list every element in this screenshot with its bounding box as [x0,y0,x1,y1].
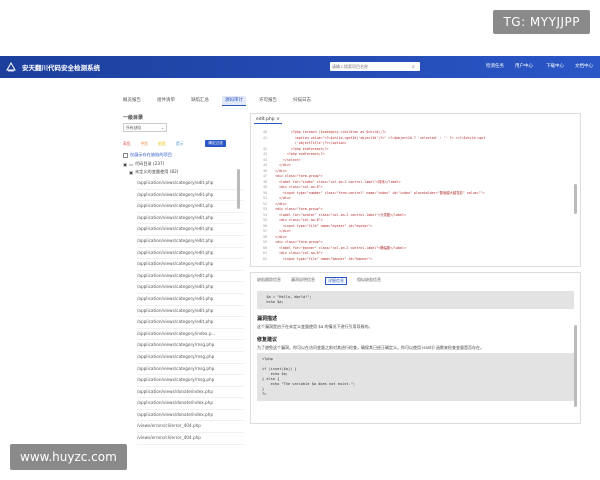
file-item[interactable]: /application/views/category/edit.php [137,282,243,294]
file-item[interactable]: /application/views/category/edit.php [137,271,243,283]
file-item[interactable]: /application/views/category/edit.php [137,178,243,190]
app-header: 安天翻川代码安全检测系统 ⌕ 检测任务 用户中心 下载中心 文档中心 [0,56,600,78]
line-number: 62 [263,256,267,261]
file-item[interactable]: /application/views/donate/index.php [137,410,243,422]
collapse-icon[interactable]: ▣ [123,162,127,167]
fix-suggestion-title: 修复建议 [257,337,278,343]
code-text: <input type="file" name="banner" id="ban… [271,256,373,261]
file-item[interactable]: /application/views/category/edit.php [137,248,243,260]
file-list: /application/views/category/edit.php /ap… [137,178,243,445]
file-item[interactable]: /application/views/category/edit.php [137,236,243,248]
menu-docs-center[interactable]: 文档中心 [575,63,593,69]
detail-panel: 缺陷跟踪信息 漏洞说明信息 详细信息 相似缺陷信息 $a = "Hello, W… [250,272,581,424]
code-text: <input type="number" class="form-control… [271,190,485,195]
tab-scan-log[interactable]: 扫描日志 [290,96,314,106]
search-box: ⌕ [330,62,420,71]
tab-defect-summary[interactable]: 缺陷汇总 [188,96,212,106]
left-scrollbar[interactable] [237,169,240,209]
file-item[interactable]: /application/views/category/msg.php [137,364,243,376]
file-item[interactable]: /application/views/category/index.p... [137,329,243,341]
severity-info[interactable]: 提示 [176,141,184,147]
file-item[interactable]: /application/views/category/edit.php [137,190,243,202]
tab-details[interactable]: 详细信息 [325,277,347,285]
search-icon[interactable]: ⌕ [412,64,415,70]
folder-icon: ▭ [128,161,133,167]
code-scrollbar[interactable] [574,184,577,214]
tree-root[interactable]: ▣ ▭ 代码目录 (237) [123,161,243,167]
vuln-description-title: 漏洞描述 [257,316,278,322]
file-item[interactable]: /application/views/category/msg.php [137,375,243,387]
tree-category[interactable]: ▣ 未定义的变量使用 (82) [129,169,243,175]
filter-checkbox[interactable] [123,152,128,158]
code-file-name: edit.php [256,117,275,122]
code-panel: edit.php × 40 <?php foreach ($category->… [250,113,581,267]
file-item[interactable]: /application/views/category/edit.php [137,306,243,318]
file-item[interactable]: /application/views/category/msg.php [137,340,243,352]
tree-root-label: 代码目录 (237) [134,161,165,166]
app-brand: 安天翻川代码安全检测系统 [22,64,100,72]
menu-download-center[interactable]: 下载中心 [546,63,564,69]
logo-icon [4,60,18,74]
chevron-down-icon: ⌄ [160,125,164,130]
tab-license-report[interactable]: 许可报告 [256,96,280,106]
file-item[interactable]: /views/errors/cli/error_404.php [137,433,243,445]
defect-filter-value: 所有缺陷 [126,124,142,130]
collapse-icon[interactable]: ▣ [129,170,133,175]
detail-tabs: 缺陷跟踪信息 漏洞说明信息 详细信息 相似缺陷信息 [251,273,580,289]
tab-component-list[interactable]: 组件清单 [154,96,178,106]
severity-low[interactable]: 低危 [158,141,166,147]
detail-scrollbar[interactable] [574,325,577,407]
severity-high[interactable]: 高危 [123,141,131,147]
file-item[interactable]: /application/views/category/msg.php [137,352,243,364]
file-item[interactable]: /application/views/category/edit.php [137,213,243,225]
tab-vuln-description[interactable]: 漏洞说明信息 [291,277,315,285]
filter-label: 仅展示存在缺陷的项目 [130,152,172,157]
tab-overview-report[interactable]: 概览报告 [120,96,144,106]
defect-filter-select[interactable]: 所有缺陷 ⌄ [123,123,167,132]
search-input[interactable] [330,64,412,69]
code-line: 62 <input type="file" name="banner" id="… [251,257,569,263]
tab-source-audit[interactable]: 源码审计 [222,96,246,106]
file-item[interactable]: /application/views/category/edit.php [137,201,243,213]
file-item[interactable]: /application/views/category/edit.php [137,317,243,329]
menu-user-center[interactable]: 用户中心 [515,63,533,69]
vuln-description-text: 这个漏洞是由于在未定义变量使用 $a 的情况下进行引用导致的。 [257,324,373,329]
watermark-bottom: www.huyzc.com [10,444,127,470]
close-icon[interactable]: × [276,117,280,122]
vuln-snippet: $a = "Hello, World!"; echo $a; [257,291,574,309]
file-item[interactable]: /views/errors/cli/error_404.php [137,421,243,434]
code-file-tab[interactable]: edit.php × [254,116,282,124]
menu-tasks[interactable]: 检测任务 [486,63,504,69]
apply-filter-button[interactable]: 确定过滤 [205,140,226,147]
tab-defect-tracking[interactable]: 缺陷跟踪信息 [257,277,281,285]
nav-tabs: 概览报告 组件清单 缺陷汇总 源码审计 许可报告 扫描日志 [120,96,314,106]
fix-suggestion-text: 为了避免这个漏洞，你可以在访问变量之前对其进行检查，确保其已经正确定义。你可以使… [257,345,484,350]
file-item[interactable]: /application/views/category/edit.php [137,259,243,271]
code-body: 40 <?php foreach ($category->children as… [251,130,569,264]
file-item[interactable]: /application/views/category/edit.php [137,224,243,236]
file-item[interactable]: /application/views/category/edit.php [137,294,243,306]
watermark-top: TG: MYYJJPP [493,10,590,34]
tree-category-label: 未定义的变量使用 (82) [134,169,179,174]
severity-row: 高危 中危 低危 提示 确定过滤 [123,140,243,147]
left-panel: 一级目录 所有缺陷 ⌄ 高危 中危 低危 提示 确定过滤 仅展示存在缺陷的项目 … [123,114,243,445]
file-item[interactable]: /application/views/donate/index.php [137,387,243,399]
tab-similar-defects[interactable]: 相似缺陷信息 [357,277,381,285]
fix-code-sample: <?php if (isset($a)) { echo $a; } else {… [257,353,574,401]
file-item[interactable]: /application/views/donate/index.php [137,398,243,410]
filter-option[interactable]: 仅展示存在缺陷的项目 [123,152,243,158]
left-title: 一级目录 [123,115,144,121]
severity-medium[interactable]: 中危 [141,141,149,147]
